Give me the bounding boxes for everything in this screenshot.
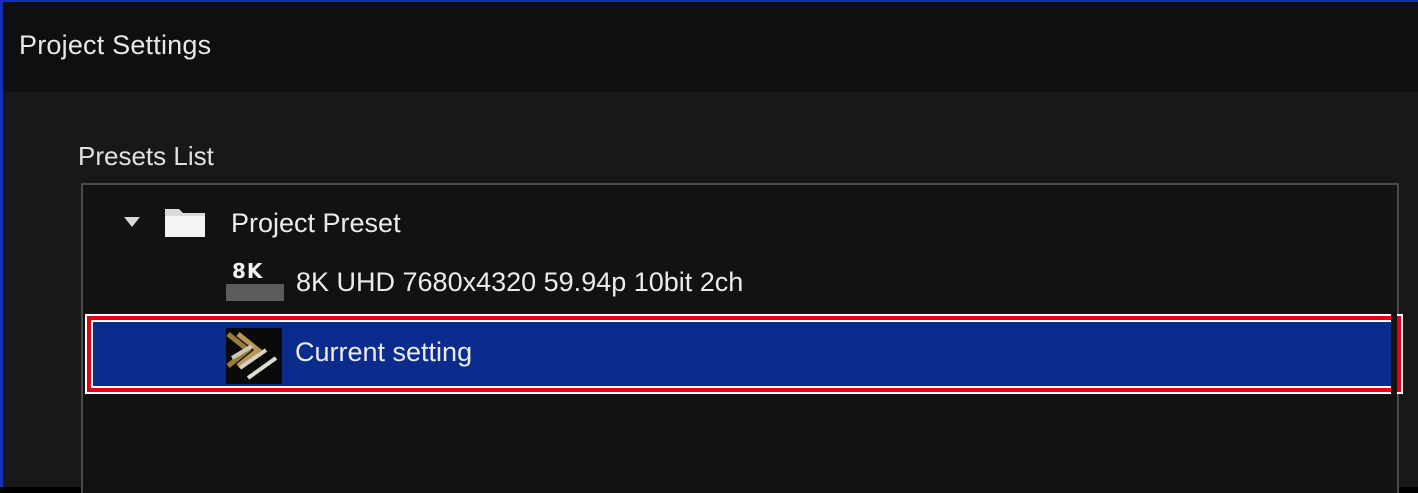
dialog-content: Presets List Project Preset 8K 8K UHD 76… [3,92,1418,493]
preset-item-8k-uhd[interactable]: 8K 8K UHD 7680x4320 59.94p 10bit 2ch [83,257,1397,319]
presets-list[interactable]: Project Preset 8K 8K UHD 7680x4320 59.94… [81,183,1401,493]
project-settings-window: Project Settings Presets List Project Pr… [0,0,1418,493]
tree-item-project-preset[interactable]: Project Preset [83,191,1397,253]
presets-list-label: Presets List [78,141,214,171]
list-scroll-edge [1391,185,1397,493]
8k-badge-icon: 8K [226,259,284,303]
preset-item-current-setting[interactable]: Current setting [87,316,1401,392]
preset-item-label: 8K UHD 7680x4320 59.94p 10bit 2ch [296,267,744,297]
title-bar[interactable]: Project Settings [3,2,1418,92]
chevrons-logo-icon [226,328,282,384]
expand-triangle-icon[interactable] [124,217,140,227]
tree-item-label: Project Preset [231,208,401,238]
preset-item-label: Current setting [295,337,473,367]
window-title: Project Settings [19,30,212,60]
folder-icon [165,209,205,237]
